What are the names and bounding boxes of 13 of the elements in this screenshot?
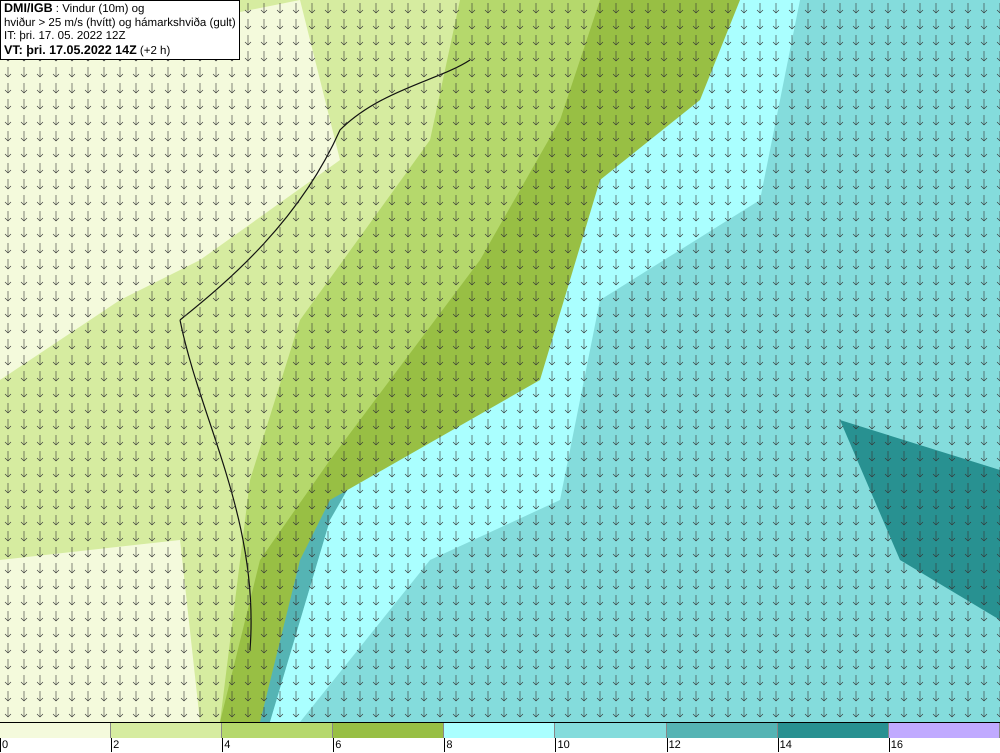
legend-tick-label: 6 [333,738,342,752]
legend-tick-label: 10 [555,738,570,752]
caption-text: hviður > 25 m/s (hvítt) og hámarkshviða (gult) [4,16,236,30]
legend-tick-label: 16 [888,738,903,752]
legend-tick-label: 0 [0,738,8,752]
legend-tick-label: 14 [778,738,792,752]
valid-time: VT: þri. 17.05.2022 14Z (+2 h) [4,44,172,58]
issue-time: IT: þri. 17. 05. 2022 12Z [4,30,126,44]
legend-tick-label: 4 [222,738,230,752]
legend-tick-label: 12 [666,738,681,752]
caption-title: DMI/IGB : Vindur (10m) og [4,2,146,16]
legend-tick-label: 8 [444,738,452,752]
legend-tick-label: 2 [111,738,120,752]
